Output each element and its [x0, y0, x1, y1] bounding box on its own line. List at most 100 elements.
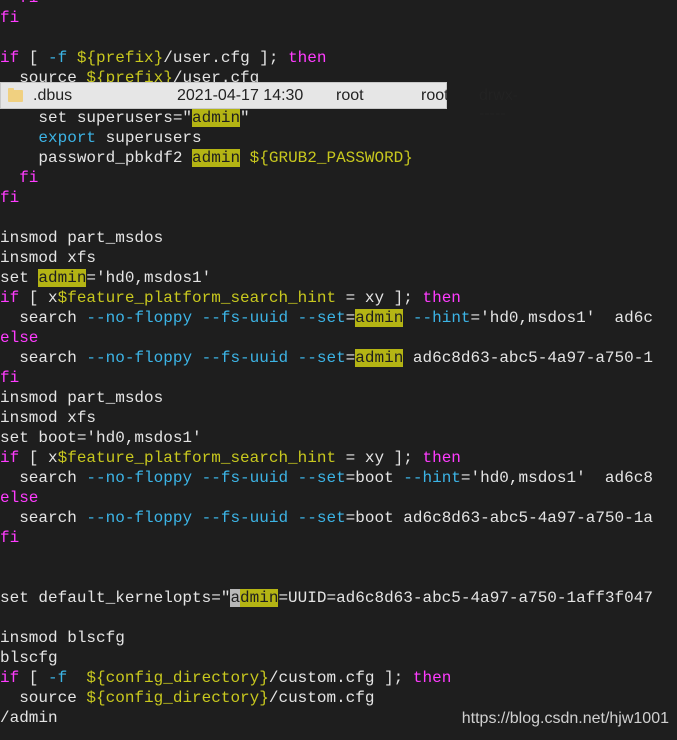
code-line: export superusers: [0, 128, 677, 148]
text: search: [0, 509, 87, 527]
text: password_pbkdf2: [0, 149, 193, 167]
text: /user.cfg ];: [163, 49, 289, 67]
text: =: [345, 349, 356, 367]
file-name: .dbus: [33, 87, 73, 104]
variable: $feature_platform_search_hint: [57, 289, 337, 307]
code-line: if [ -f ${prefix}/user.cfg ]; then: [0, 48, 677, 68]
keyword: fi: [0, 169, 39, 187]
keyword: if: [0, 49, 20, 67]
code-line: if [ x$feature_platform_search_hint = xy…: [0, 288, 677, 308]
file-info-tooltip: .dbus 2021-04-17 14:30 root root drwx---…: [0, 82, 518, 122]
keyword: if: [0, 289, 20, 307]
text: source: [0, 689, 87, 707]
keyword: then: [288, 49, 327, 67]
keyword: else: [0, 489, 39, 507]
text: /custom.cfg: [268, 689, 375, 707]
text: /admin: [0, 709, 58, 727]
search-match: admin: [355, 349, 404, 367]
option: export: [38, 129, 97, 147]
text: insmod xfs: [0, 409, 97, 427]
option: --hint: [412, 309, 471, 327]
code-line: fi: [0, 0, 677, 8]
keyword: if: [0, 449, 20, 467]
keyword: if: [0, 669, 20, 687]
text: insmod part_msdos: [0, 229, 164, 247]
file-owner: root: [336, 87, 364, 104]
folder-icon: [8, 88, 23, 102]
code-line: insmod xfs: [0, 248, 677, 268]
variable: ${config_directory}: [86, 689, 269, 707]
text: [: [19, 49, 49, 67]
search-match: admin: [38, 269, 87, 287]
text: = xy ];: [336, 289, 423, 307]
text: [0, 129, 38, 147]
file-group: root: [421, 87, 449, 104]
code-line: set default_kernelopts="admin=UUID=ad6c8…: [0, 588, 677, 608]
keyword: fi: [0, 189, 20, 207]
code-line: set superusers="admin": [0, 108, 677, 128]
text: [67, 669, 86, 687]
file-modified: 2021-04-17 14:30: [177, 87, 304, 104]
code-line: else: [0, 328, 677, 348]
option: -f: [48, 49, 68, 67]
text: =boot: [345, 469, 404, 487]
text: ": [240, 109, 250, 127]
text: /custom.cfg ];: [268, 669, 413, 687]
file-permissions: drwx------: [479, 87, 519, 122]
search-match: dmin: [240, 589, 279, 607]
search-match: admin: [192, 109, 241, 127]
code-line: if [ -f ${config_directory}/custom.cfg ]…: [0, 668, 677, 688]
text: search: [0, 469, 87, 487]
code-line: fi: [0, 168, 677, 188]
code-line: search --no-floppy --fs-uuid --set=boot …: [0, 508, 677, 528]
keyword: fi: [0, 529, 20, 547]
search-match: admin: [192, 149, 241, 167]
option: --no-floppy --fs-uuid --set: [86, 509, 346, 527]
keyword: then: [422, 289, 461, 307]
text: superusers: [96, 129, 202, 147]
text: [: [19, 669, 49, 687]
code-line: search --no-floppy --fs-uuid --set=admin…: [0, 308, 677, 328]
text: =: [345, 309, 356, 327]
text: insmod xfs: [0, 249, 97, 267]
variable: ${prefix}: [76, 49, 164, 67]
variable: $feature_platform_search_hint: [57, 449, 337, 467]
text: insmod blscfg: [0, 629, 125, 647]
variable: ${GRUB2_PASSWORD}: [249, 149, 413, 167]
text: set default_kernelopts=": [0, 589, 231, 607]
code-line: insmod blscfg: [0, 628, 677, 648]
keyword: then: [422, 449, 461, 467]
code-line: fi: [0, 368, 677, 388]
text: =UUID=ad6c8d63-abc5-4a97-a750-1aff3f047: [278, 589, 653, 607]
keyword: fi: [0, 0, 38, 7]
text: ='hd0,msdos1' ad6c: [470, 309, 653, 327]
text: set boot='hd0,msdos1': [0, 429, 202, 447]
text: set superusers=": [0, 109, 193, 127]
code-editor[interactable]: fi fi if [ -f ${prefix}/user.cfg ]; then s…: [0, 0, 677, 728]
keyword: fi: [0, 369, 20, 387]
text: [67, 49, 77, 67]
code-line: insmod xfs: [0, 408, 677, 428]
text: search: [0, 349, 87, 367]
variable: ${config_directory}: [86, 669, 269, 687]
keyword: fi: [0, 9, 20, 27]
code-line: set admin='hd0,msdos1': [0, 268, 677, 288]
code-line: search --no-floppy --fs-uuid --set=admin…: [0, 348, 677, 368]
code-line: set boot='hd0,msdos1': [0, 428, 677, 448]
text: ='hd0,msdos1' ad6c8: [460, 469, 653, 487]
text: ='hd0,msdos1': [86, 269, 212, 287]
search-match: admin: [355, 309, 404, 327]
text: insmod part_msdos: [0, 389, 164, 407]
text: =boot ad6c8d63-abc5-4a97-a750-1a: [345, 509, 653, 527]
code-line: if [ x$feature_platform_search_hint = xy…: [0, 448, 677, 468]
option: --hint: [403, 469, 461, 487]
text: [ x: [19, 289, 58, 307]
text: = xy ];: [336, 449, 423, 467]
code-line: fi: [0, 188, 677, 208]
code-line: blscfg: [0, 648, 677, 668]
option: --no-floppy --fs-uuid --set: [86, 469, 346, 487]
